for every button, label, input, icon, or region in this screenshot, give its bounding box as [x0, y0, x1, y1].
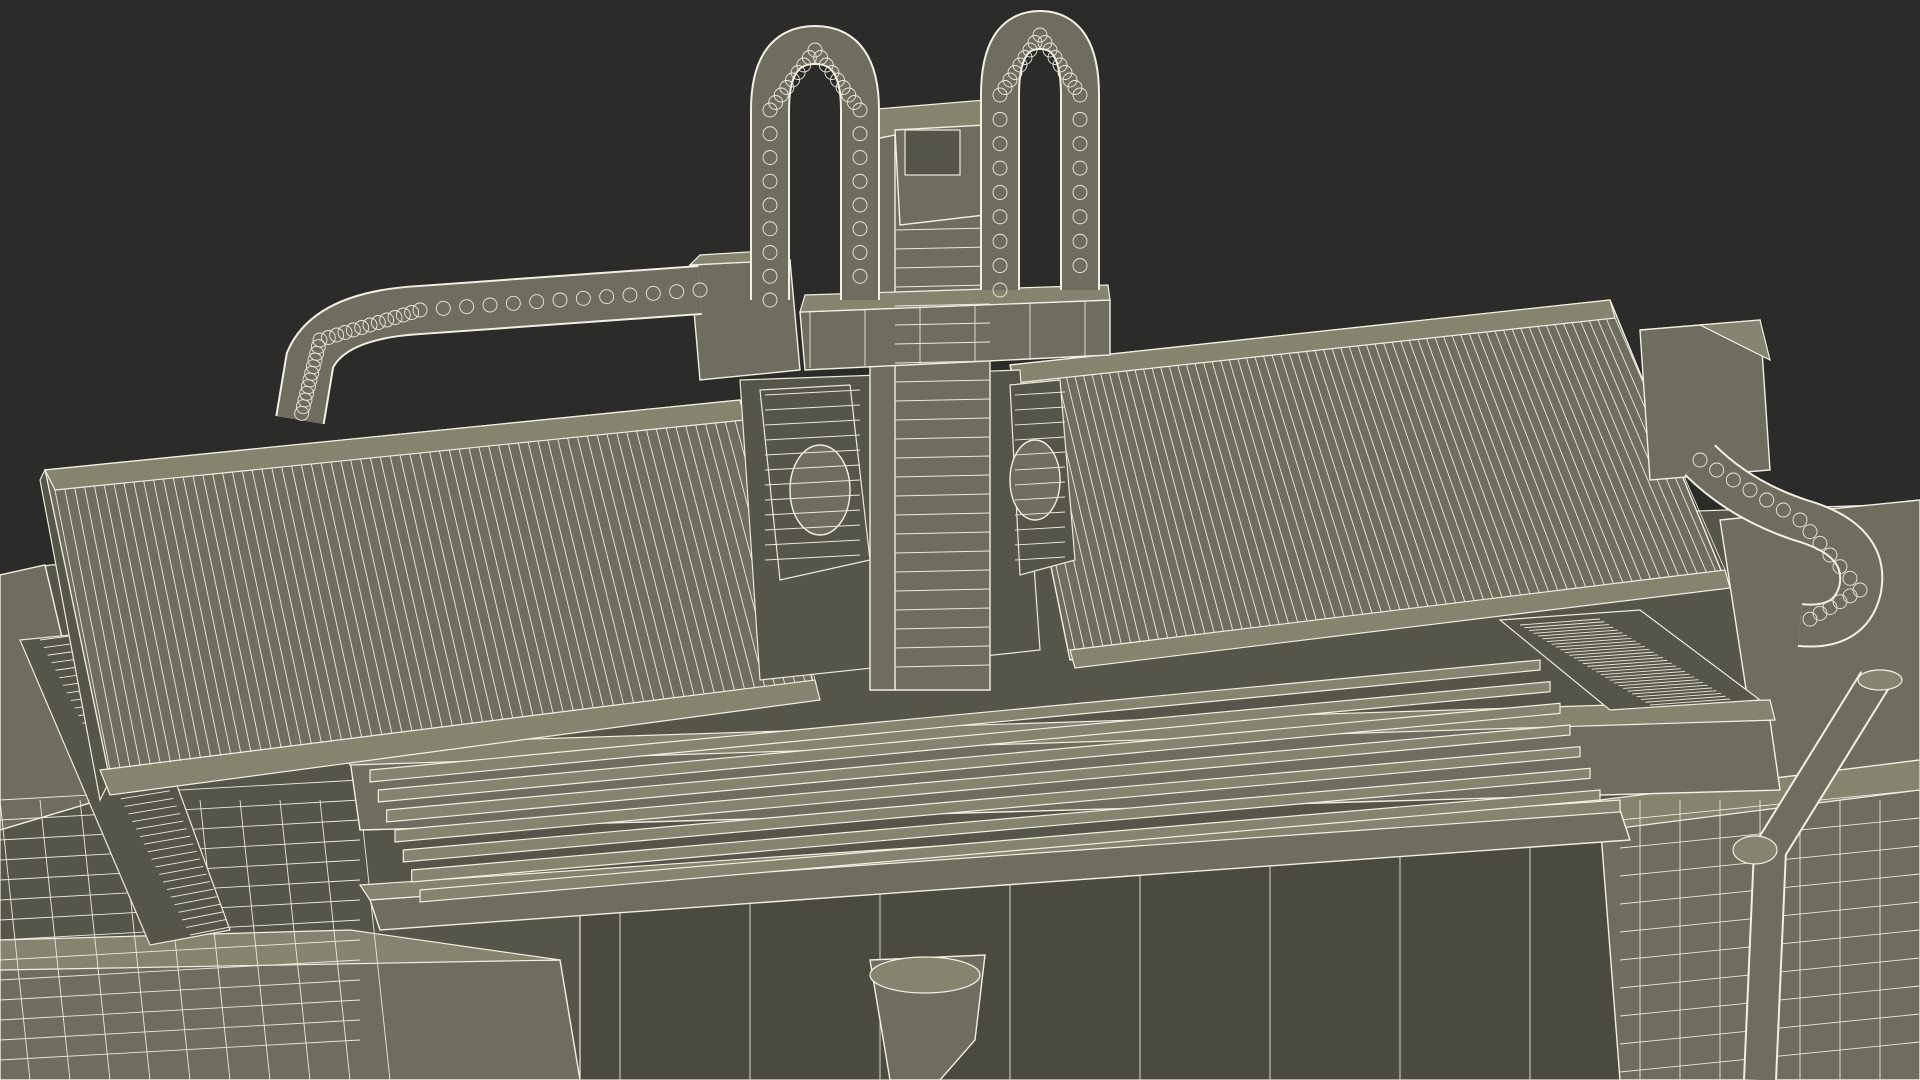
cnc-gantry-wireframe-render	[0, 0, 1920, 1080]
